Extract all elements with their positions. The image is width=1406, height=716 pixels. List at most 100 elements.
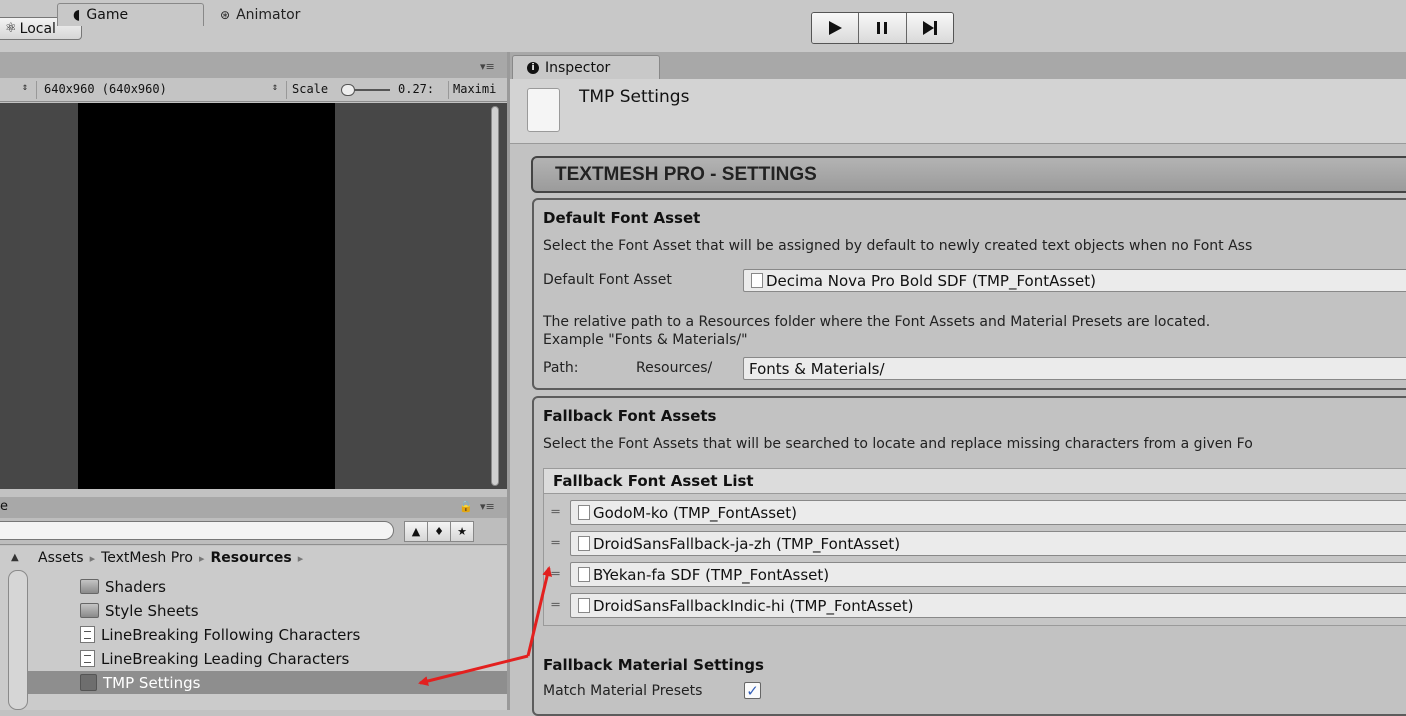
fallback-list-item[interactable]: ═ GodoM-ko (TMP_FontAsset) [547, 500, 1406, 525]
breadcrumb-arrow-icon: ▸ [198, 551, 205, 565]
drag-handle-icon[interactable]: ═ [547, 567, 564, 582]
tab-inspector-label: Inspector [545, 59, 611, 76]
inspector-title: TMP Settings [579, 87, 690, 107]
path-description: The relative path to a Resources folder … [543, 314, 1211, 330]
fallback-font-value: BYekan-fa SDF (TMP_FontAsset) [593, 565, 830, 584]
path-input-value: Fonts & Materials/ [749, 359, 885, 378]
asset-item-linebreaking-following[interactable]: LineBreaking Following Characters [28, 623, 507, 646]
playmode-controls [811, 12, 954, 44]
breadcrumb-assets[interactable]: Assets [38, 550, 84, 566]
fallback-font-field[interactable]: BYekan-fa SDF (TMP_FontAsset) [570, 562, 1406, 587]
game-panel-tabbar [0, 52, 507, 78]
search-by-type-icon[interactable]: ▲ [404, 521, 428, 542]
font-asset-icon [751, 273, 763, 288]
tab-inspector[interactable]: i Inspector [512, 55, 660, 79]
font-asset-icon [578, 598, 590, 613]
fallback-font-field[interactable]: DroidSansFallbackIndic-hi (TMP_FontAsset… [570, 593, 1406, 618]
asset-item-label: Shaders [105, 577, 166, 596]
project-panel-header: e 🔒 ▾≡ [0, 497, 507, 518]
drag-handle-icon[interactable]: ═ [547, 505, 564, 520]
scriptable-object-icon [80, 674, 97, 691]
path-label: Path: [543, 360, 579, 376]
document-icon [527, 88, 560, 132]
drag-handle-icon[interactable]: ═ [547, 536, 564, 551]
play-button[interactable] [812, 13, 860, 43]
default-font-object-field[interactable]: Decima Nova Pro Bold SDF (TMP_FontAsset) [743, 269, 1406, 292]
scale-label: Scale [292, 82, 329, 96]
step-icon [922, 21, 937, 35]
local-button-label: Local [19, 20, 56, 37]
text-file-icon [80, 626, 95, 643]
fallback-list-item[interactable]: ═ BYekan-fa SDF (TMP_FontAsset) [547, 562, 1406, 587]
animator-icon: ⊛ [220, 7, 231, 22]
display-stepper-icon[interactable]: ⇕ [22, 82, 28, 93]
asset-item-label: Style Sheets [105, 601, 199, 620]
scroll-up-arrow-icon[interactable]: ▲ [11, 552, 19, 563]
project-search-input[interactable] [0, 521, 394, 540]
game-view-scrollbar[interactable] [491, 106, 499, 486]
asset-item-label: TMP Settings [103, 673, 201, 692]
path-input[interactable]: Fonts & Materials/ [743, 357, 1406, 380]
tab-animator[interactable]: ⊛ Animator [216, 3, 336, 26]
breadcrumb-textmesh-pro[interactable]: TextMesh Pro [101, 550, 193, 566]
font-asset-icon [578, 505, 590, 520]
fallback-font-value: GodoM-ko (TMP_FontAsset) [593, 503, 797, 522]
fallback-list-item[interactable]: ═ DroidSansFallback-ja-zh (TMP_FontAsset… [547, 531, 1406, 556]
path-prefix: Resources/ [636, 360, 713, 376]
pause-button[interactable] [859, 13, 907, 43]
fallback-font-field[interactable]: GodoM-ko (TMP_FontAsset) [570, 500, 1406, 525]
path-example: Example "Fonts & Materials/" [543, 332, 748, 348]
settings-banner: TEXTMESH PRO - SETTINGS [531, 156, 1406, 193]
default-font-description: Select the Font Asset that will be assig… [543, 238, 1253, 254]
folder-icon [80, 603, 99, 618]
fallback-list-header[interactable]: Fallback Font Asset List [543, 468, 1406, 494]
asset-item-label: LineBreaking Leading Characters [101, 649, 350, 668]
local-globe-icon: ⚛ [5, 21, 17, 36]
info-icon: i [527, 61, 539, 74]
main-toolbar [0, 0, 1406, 52]
game-view-toolbar: ⇕ 640x960 (640x960) ⇕ Scale 0.27: Maximi [0, 78, 507, 102]
default-font-value: Decima Nova Pro Bold SDF (TMP_FontAsset) [766, 271, 1096, 290]
default-font-header: Default Font Asset [543, 209, 701, 227]
fallback-font-field[interactable]: DroidSansFallback-ja-zh (TMP_FontAsset) [570, 531, 1406, 556]
scale-slider[interactable] [341, 84, 390, 96]
maximize-on-play-toggle[interactable]: Maximi [453, 82, 496, 96]
toolbar-separator [286, 81, 287, 99]
asset-item-label: LineBreaking Following Characters [101, 625, 361, 644]
fallback-list-item[interactable]: ═ DroidSansFallbackIndic-hi (TMP_FontAss… [547, 593, 1406, 618]
scale-value: 0.27: [398, 82, 435, 96]
resolution-dropdown[interactable]: 640x960 (640x960) [44, 82, 167, 96]
tab-animator-label: Animator [236, 6, 301, 23]
fallback-header: Fallback Font Assets [543, 407, 717, 425]
game-render-canvas [78, 103, 335, 489]
asset-item-linebreaking-leading[interactable]: LineBreaking Leading Characters [28, 647, 507, 670]
favorites-star-icon[interactable]: ★ [450, 521, 474, 542]
text-file-icon [80, 650, 95, 667]
search-by-label-icon[interactable]: ♦ [427, 521, 451, 542]
match-material-checkbox[interactable]: ✓ [744, 681, 761, 700]
project-scrollbar[interactable] [8, 570, 28, 710]
breadcrumb-arrow-icon: ▸ [89, 551, 96, 565]
play-icon [829, 21, 843, 35]
scale-slider-knob[interactable] [341, 84, 355, 96]
tab-game[interactable]: ◖ Game [57, 3, 204, 26]
pause-icon [877, 22, 888, 34]
panel-menu-icon[interactable]: ▾≡ [480, 500, 495, 513]
breadcrumb-resources[interactable]: Resources [210, 550, 291, 566]
match-material-label: Match Material Presets [543, 683, 703, 699]
checkmark-icon: ✓ [746, 681, 759, 700]
panel-menu-icon[interactable]: ▾≡ [480, 60, 495, 73]
resolution-stepper-icon: ⇕ [272, 82, 279, 93]
font-asset-icon [578, 536, 590, 551]
fallback-font-value: DroidSansFallbackIndic-hi (TMP_FontAsset… [593, 596, 914, 615]
lock-icon[interactable]: 🔒 [459, 500, 473, 513]
breadcrumb: Assets ▸ TextMesh Pro ▸ Resources ▸ [38, 550, 303, 566]
step-button[interactable] [906, 13, 953, 43]
breadcrumb-arrow-icon: ▸ [297, 551, 304, 565]
fallback-description: Select the Font Assets that will be sear… [543, 436, 1253, 452]
asset-item-shaders[interactable]: Shaders [28, 575, 507, 598]
drag-handle-icon[interactable]: ═ [547, 598, 564, 613]
asset-item-style-sheets[interactable]: Style Sheets [28, 599, 507, 622]
fallback-font-value: DroidSansFallback-ja-zh (TMP_FontAsset) [593, 534, 901, 553]
asset-item-tmp-settings[interactable]: TMP Settings [28, 671, 507, 694]
